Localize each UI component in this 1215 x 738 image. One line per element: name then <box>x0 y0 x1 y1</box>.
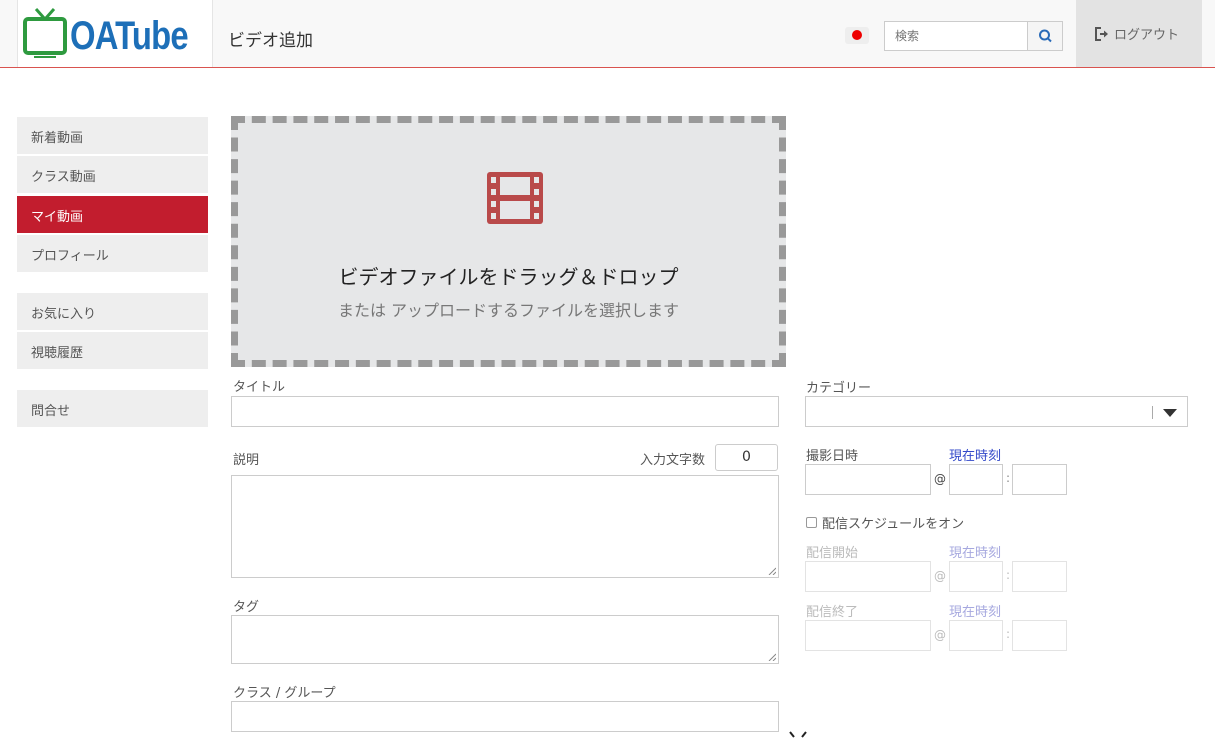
sidebar-item-contact[interactable]: 問合せ <box>17 390 208 427</box>
class-group-label: クラス / グループ <box>233 686 336 701</box>
language-flag-icon[interactable] <box>845 27 869 44</box>
top-header: OATube ビデオ追加 ログアウト <box>0 0 1215 68</box>
sidebar-item-favorites[interactable]: お気に入り <box>17 293 208 330</box>
shooting-date-input[interactable] <box>805 464 931 495</box>
shooting-hour-input[interactable] <box>949 464 1003 495</box>
search-input[interactable] <box>884 21 1028 51</box>
at-symbol: @ <box>934 569 946 583</box>
cursor-icon <box>789 731 807 738</box>
tags-textarea[interactable] <box>231 615 779 664</box>
schedule-checkbox[interactable] <box>806 517 817 528</box>
at-symbol: @ <box>934 628 946 642</box>
tv-logo-icon <box>23 8 67 58</box>
sidebar-item-label: クラス動画 <box>31 170 96 185</box>
schedule-start-minute-input[interactable] <box>1012 561 1067 592</box>
description-label: 説明 <box>233 453 260 468</box>
schedule-start-date-input[interactable] <box>805 561 931 592</box>
char-count-value: 0 <box>715 444 778 471</box>
logout-icon <box>1095 26 1108 41</box>
dropzone-title: ビデオファイルをドラッグ＆ドロップ <box>338 265 679 289</box>
resize-grip-icon[interactable] <box>768 567 776 575</box>
sidebar-item-history[interactable]: 視聴履歴 <box>17 332 208 369</box>
schedule-end-date-input[interactable] <box>805 620 931 651</box>
at-symbol: @ <box>934 472 946 486</box>
end-current-time-link[interactable]: 現在時刻 <box>949 601 1001 620</box>
chevron-down-icon <box>1163 409 1177 417</box>
time-separator: : <box>1006 471 1011 485</box>
sidebar-item-my-videos[interactable]: マイ動画 <box>17 196 208 233</box>
resize-grip-icon[interactable] <box>768 653 776 661</box>
sidebar-item-label: 問合せ <box>31 404 71 419</box>
description-textarea[interactable] <box>231 475 779 578</box>
time-separator: : <box>1006 627 1011 641</box>
schedule-end-minute-input[interactable] <box>1012 620 1067 651</box>
sidebar-item-profile[interactable]: プロフィール <box>17 235 208 272</box>
dropzone-subtitle[interactable]: または アップロードするファイルを選択します <box>238 297 779 321</box>
sidebar-item-new-videos[interactable]: 新着動画 <box>17 117 208 154</box>
char-count-label: 入力文字数 <box>640 453 706 468</box>
sidebar-item-label: プロフィール <box>31 249 109 264</box>
logo[interactable]: OATube <box>17 0 213 67</box>
schedule-start-hour-input[interactable] <box>949 561 1003 592</box>
schedule-end-label: 配信終了 <box>806 605 859 620</box>
page-title: ビデオ追加 <box>228 31 313 51</box>
sidebar-item-label: マイ動画 <box>31 210 84 225</box>
logout-button[interactable]: ログアウト <box>1076 0 1202 67</box>
logout-label: ログアウト <box>1114 28 1180 43</box>
title-input[interactable] <box>231 396 779 427</box>
sidebar-item-label: 視聴履歴 <box>31 346 84 361</box>
video-dropzone[interactable]: ビデオファイルをドラッグ＆ドロップ または アップロードするファイルを選択します <box>231 116 786 367</box>
schedule-end-hour-input[interactable] <box>949 620 1003 651</box>
category-select[interactable] <box>805 396 1188 427</box>
tags-label: タグ <box>233 600 260 615</box>
film-icon <box>487 172 543 224</box>
current-time-link[interactable]: 現在時刻 <box>949 445 1001 464</box>
schedule-start-label: 配信開始 <box>806 546 859 561</box>
search-icon <box>1039 29 1052 43</box>
search-button[interactable] <box>1027 21 1063 51</box>
sidebar-item-label: 新着動画 <box>31 131 84 146</box>
sidebar-item-class-videos[interactable]: クラス動画 <box>17 156 208 193</box>
sidebar-item-label: お気に入り <box>31 307 97 322</box>
time-separator: : <box>1006 568 1011 582</box>
shooting-minute-input[interactable] <box>1012 464 1067 495</box>
category-label: カテゴリー <box>806 381 872 396</box>
start-current-time-link[interactable]: 現在時刻 <box>949 542 1001 561</box>
logo-text: OATube <box>70 14 189 58</box>
shooting-datetime-label: 撮影日時 <box>806 449 859 464</box>
title-label: タイトル <box>233 380 286 395</box>
schedule-checkbox-label[interactable]: 配信スケジュールをオン <box>822 513 964 532</box>
class-group-input[interactable] <box>231 701 779 732</box>
